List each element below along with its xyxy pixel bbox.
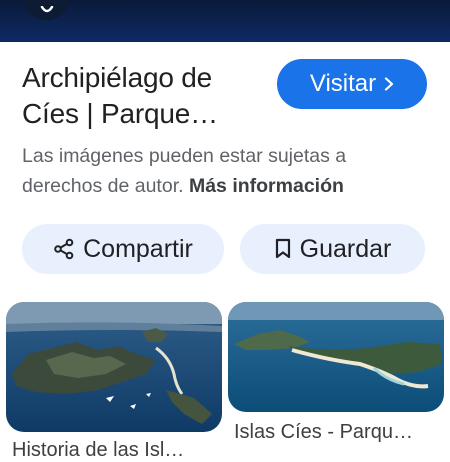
site-favicon bbox=[24, 0, 70, 20]
related-image-1-caption[interactable]: Historia de las Isl… bbox=[12, 439, 222, 462]
site-logo-icon bbox=[40, 6, 54, 13]
related-image-2-caption[interactable]: Islas Cíes - Parqu… bbox=[234, 421, 444, 444]
related-image-2[interactable] bbox=[228, 302, 444, 412]
related-image-1[interactable] bbox=[6, 302, 222, 432]
share-icon bbox=[53, 238, 75, 260]
more-info-link[interactable]: Más información bbox=[189, 175, 344, 197]
chevron-right-icon bbox=[384, 77, 394, 91]
result-title[interactable]: Archipiélago de Cíes | Parque… bbox=[22, 60, 267, 132]
save-button[interactable]: Guardar bbox=[240, 224, 425, 274]
save-button-label: Guardar bbox=[299, 234, 392, 263]
share-button[interactable]: Compartir bbox=[22, 224, 224, 274]
visit-button-label: Visitar bbox=[309, 70, 377, 97]
copyright-notice: Las imágenes pueden estar sujetas a dere… bbox=[22, 141, 422, 201]
bookmark-icon bbox=[274, 238, 292, 260]
main-image-preview[interactable] bbox=[0, 0, 450, 42]
share-button-label: Compartir bbox=[83, 234, 193, 263]
visit-button[interactable]: Visitar bbox=[277, 59, 427, 109]
